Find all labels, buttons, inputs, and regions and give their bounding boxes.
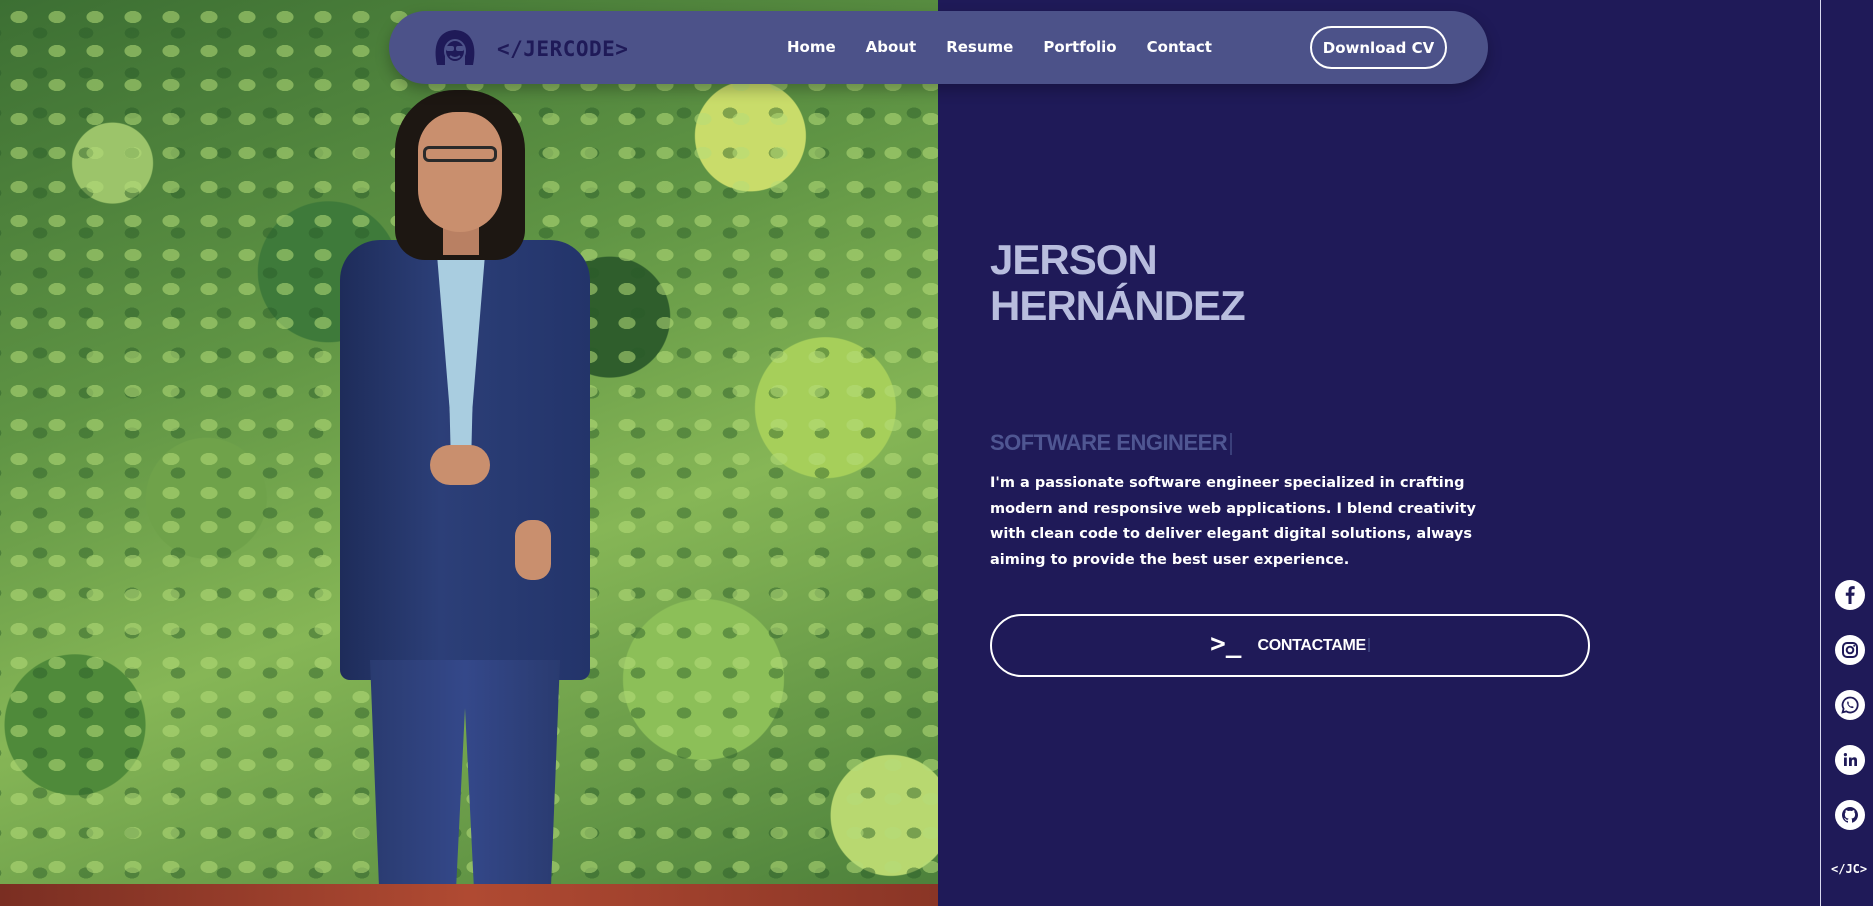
facebook-icon[interactable] (1835, 580, 1865, 610)
hero-first-name: JERSON (990, 236, 1158, 283)
logo-text[interactable]: </JERCODE> (497, 37, 628, 61)
contact-button-label: CONTACTAME (1257, 637, 1370, 655)
terminal-prompt-icon: >_ (1210, 628, 1242, 659)
nav-resume[interactable]: Resume (946, 38, 1013, 56)
nav-links: Home About Resume Portfolio Contact (787, 38, 1242, 56)
download-cv-button[interactable]: Download CV (1310, 26, 1447, 69)
github-icon[interactable] (1835, 800, 1865, 830)
floor (0, 884, 938, 906)
navbar: </JERCODE> Home About Resume Portfolio C… (389, 11, 1488, 84)
nav-contact[interactable]: Contact (1147, 38, 1212, 56)
nav-home[interactable]: Home (787, 38, 836, 56)
whatsapp-icon[interactable] (1835, 690, 1865, 720)
hero-role: SOFTWARE ENGINEER (990, 430, 1233, 456)
hero-description: I'm a passionate software engineer speci… (990, 475, 1476, 568)
nav-portfolio[interactable]: Portfolio (1043, 38, 1116, 56)
typing-cursor (1230, 433, 1233, 456)
sidebar-logo-mark[interactable]: </JC> (1831, 862, 1867, 876)
contact-button[interactable]: >_ CONTACTAME (990, 614, 1590, 677)
nav-about[interactable]: About (866, 38, 917, 56)
instagram-icon[interactable] (1835, 635, 1865, 665)
linkedin-icon[interactable] (1835, 745, 1865, 775)
hero-photo (0, 0, 938, 906)
hero-name: JERSON HERNÁNDEZ (990, 236, 1246, 329)
hero-role-text: SOFTWARE ENGINEER (990, 430, 1228, 455)
social-sidebar: </JC> (1820, 0, 1873, 906)
hero-last-name: HERNÁNDEZ (990, 282, 1246, 329)
portrait-person (325, 90, 605, 906)
avatar-logo-icon[interactable] (431, 27, 479, 67)
